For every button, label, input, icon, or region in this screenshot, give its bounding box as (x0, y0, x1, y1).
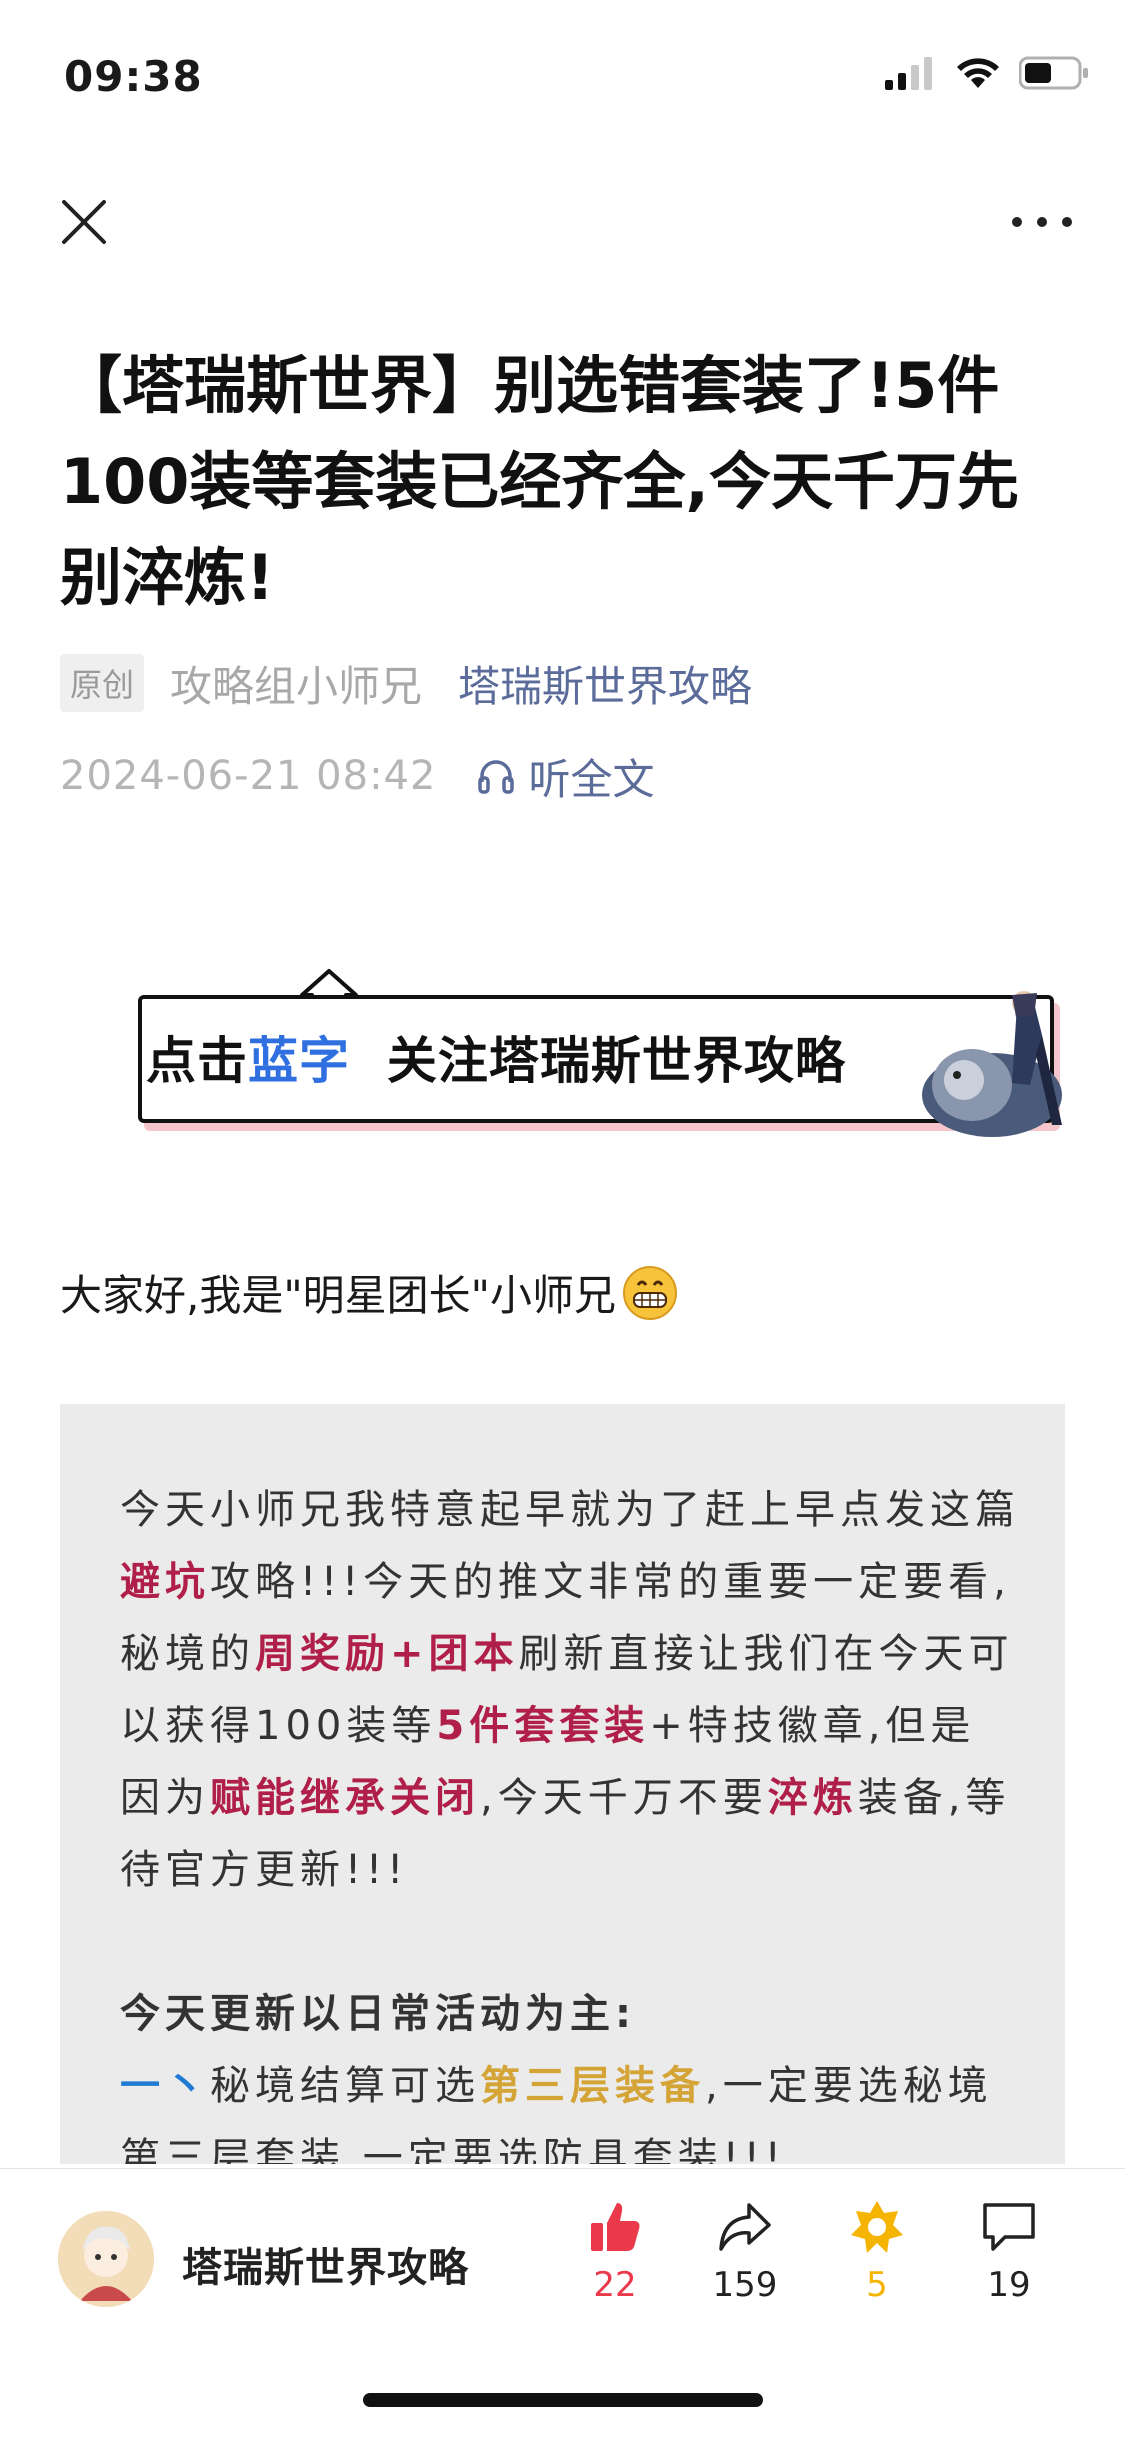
text-segment: 秘境结算可选 (210, 2063, 480, 2109)
listen-button[interactable]: 听全文 (476, 746, 654, 807)
highlight-avoid-pitfall: 避坑 (120, 1559, 210, 1605)
text-segment: 今天小师兄我特意起早就为了赶上早点发这篇 (120, 1487, 1020, 1533)
author-name: 攻略组小师兄 (170, 661, 423, 711)
text-segment: ,今天千万不要 (480, 1775, 768, 1821)
share-arrow-icon (719, 2203, 771, 2251)
highlight-weekly-reward: 周奖励+团本 (255, 1631, 519, 1677)
highlight-5-piece-set: 5件套套装 (436, 1703, 650, 1749)
nav-bar (0, 160, 1125, 270)
status-time: 09:38 (64, 52, 203, 101)
listen-label: 听全文 (528, 754, 655, 804)
status-bar: 09:38 (0, 0, 1125, 160)
comment-count: 19 (987, 2265, 1031, 2305)
like-button[interactable]: 22 (560, 2197, 670, 2305)
status-icons (885, 56, 1089, 90)
favorite-count: 5 (866, 2265, 888, 2305)
like-count: 22 (593, 2265, 637, 2305)
banner-text-part1: 点击 (146, 1032, 248, 1090)
publish-date: 2024-06-21 08:42 (60, 753, 437, 799)
follow-banner[interactable]: 点击蓝字 关注塔瑞斯世界攻略 (134, 965, 1068, 1140)
favorite-button[interactable]: 5 (822, 2197, 932, 2305)
banner-text-part3: 关注塔瑞斯世界攻略 (386, 1032, 846, 1090)
account-avatar[interactable] (58, 2211, 154, 2307)
grinning-emoji-icon (623, 1265, 677, 1320)
lion-rider-illustration (922, 991, 1062, 1137)
star-flower-icon (851, 2201, 903, 2253)
account-link[interactable]: 塔瑞斯世界攻略 (458, 653, 752, 714)
section-title: 今天更新以日常活动为主: (120, 1991, 636, 2037)
banner-text-blue: 蓝字 (248, 1032, 350, 1090)
greeting-label: 大家好,我是"明星团长"小师兄 (60, 1271, 616, 1320)
battery-icon (1019, 56, 1088, 90)
cellular-signal-icon (885, 57, 932, 90)
share-count: 159 (712, 2265, 778, 2305)
article-meta: 原创 攻略组小师兄 塔瑞斯世界攻略 (60, 652, 752, 714)
highlight-temper: 淬炼 (767, 1775, 858, 1821)
highlight-third-layer: 第三层装备 (480, 2063, 705, 2109)
comment-bubble-icon (983, 2203, 1035, 2251)
headphones-icon (478, 760, 515, 794)
share-button[interactable]: 159 (690, 2197, 800, 2305)
content-box: 今天小师兄我特意起早就为了赶上早点发这篇避坑攻略!!!今天的推文非常的重要一定要… (60, 1404, 1065, 2164)
article-title: 【塔瑞斯世界】别选错套装了!5件100装等套装已经齐全,今天千万先别淬炼! (60, 349, 1019, 614)
thumbs-up-icon (591, 2203, 640, 2251)
wifi-icon (957, 58, 999, 88)
banner-text: 点击蓝字 关注塔瑞斯世界攻略 (146, 1021, 846, 1093)
original-badge: 原创 (60, 654, 145, 712)
home-indicator[interactable] (363, 2393, 763, 2407)
greeting-text: 大家好,我是"明星团长"小师兄 (60, 1262, 678, 1323)
bottom-account-name[interactable]: 塔瑞斯世界攻略 (182, 2235, 469, 2293)
avatar-illustration (58, 2211, 154, 2307)
comment-button[interactable]: 19 (954, 2197, 1064, 2305)
close-icon[interactable] (52, 190, 116, 254)
content-paragraph: 今天小师兄我特意起早就为了赶上早点发这篇避坑攻略!!!今天的推文非常的重要一定要… (120, 1474, 1020, 2164)
article-meta-date: 2024-06-21 08:42 听全文 (60, 745, 654, 807)
more-options-icon[interactable] (997, 190, 1087, 254)
item-number: 一丶 (120, 2063, 210, 2109)
highlight-inheritance-closed: 赋能继承关闭 (210, 1775, 480, 1821)
